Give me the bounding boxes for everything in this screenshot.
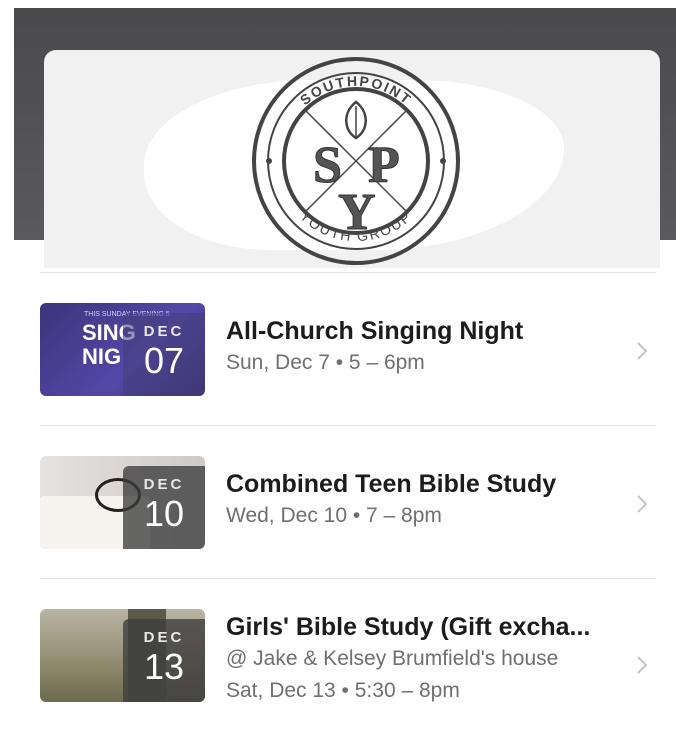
date-month: DEC	[143, 323, 185, 340]
date-month: DEC	[143, 476, 185, 493]
date-badge: DEC 10	[123, 466, 205, 549]
event-row-teen-bible-study[interactable]: DEC 10 Combined Teen Bible Study Wed, De…	[0, 426, 676, 579]
event-thumbnail: DEC 10	[40, 456, 205, 549]
group-banner: SOUTHPOINT YOUTH GROUP S P Y	[44, 50, 660, 268]
date-badge: DEC 13	[123, 619, 205, 702]
chevron-right-icon	[637, 342, 648, 360]
date-day: 13	[143, 646, 185, 687]
event-time: Sun, Dec 7 • 5 – 6pm	[226, 351, 425, 374]
event-list: THIS SUNDAY EVENING 5 SING NIG DEC 07 Al…	[0, 273, 676, 732]
event-time: Sat, Dec 13 • 5:30 – 8pm	[226, 679, 460, 702]
event-row-singing-night[interactable]: THIS SUNDAY EVENING 5 SING NIG DEC 07 Al…	[0, 273, 676, 426]
date-day: 07	[143, 340, 185, 381]
chevron-right-icon	[637, 656, 648, 674]
event-title: All-Church Singing Night	[226, 317, 524, 345]
date-badge: DEC 07	[123, 313, 205, 396]
event-thumbnail: DEC 13	[40, 609, 205, 702]
event-title: Girls' Bible Study (Gift excha...	[226, 613, 591, 641]
event-location: @ Jake & Kelsey Brumfield's house	[226, 647, 559, 670]
event-text: Combined Teen Bible Study Wed, Dec 10 • …	[226, 468, 631, 532]
event-text: Girls' Bible Study (Gift excha... @ Jake…	[226, 611, 631, 707]
chevron-right-icon	[637, 495, 648, 513]
date-day: 10	[143, 493, 185, 534]
event-row-girls-bible-study[interactable]: DEC 13 Girls' Bible Study (Gift excha...…	[0, 579, 676, 732]
event-text: All-Church Singing Night Sun, Dec 7 • 5 …	[226, 315, 631, 379]
group-logo: SOUTHPOINT YOUTH GROUP S P Y	[252, 57, 460, 265]
event-time: Wed, Dec 10 • 7 – 8pm	[226, 504, 442, 527]
event-title: Combined Teen Bible Study	[226, 470, 557, 498]
logo-letter-y: Y	[338, 184, 376, 241]
leaf-icon	[345, 100, 367, 140]
event-thumbnail: THIS SUNDAY EVENING 5 SING NIG DEC 07	[40, 303, 205, 396]
date-month: DEC	[143, 629, 185, 646]
